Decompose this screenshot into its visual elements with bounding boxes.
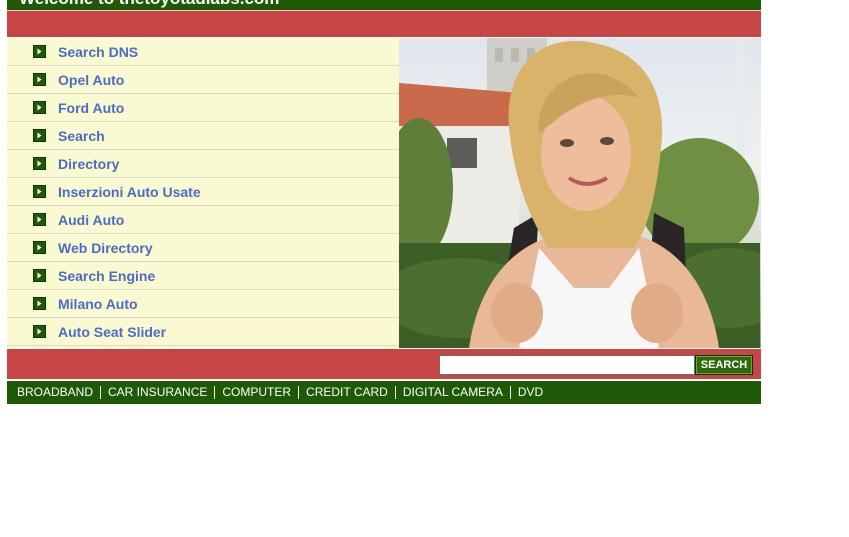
sidebar-item-opel-auto[interactable]: Opel Auto [7, 66, 399, 94]
nav-link-credit-card[interactable]: CREDIT CARD [299, 386, 396, 399]
sidebar-item-audi-auto[interactable]: Audi Auto [7, 206, 399, 234]
sidebar-menu: Search DNS Opel Auto Ford Auto Search Di… [7, 38, 399, 348]
sidebar-item-label: Milano Auto [58, 295, 138, 312]
arrow-right-icon [33, 45, 46, 58]
sidebar-item-directory[interactable]: Directory [7, 150, 399, 178]
sidebar-item-label: Search [58, 127, 105, 144]
arrow-right-icon [33, 157, 46, 170]
arrow-right-icon [33, 297, 46, 310]
search-bar: SEARCH [7, 349, 761, 379]
arrow-right-icon [33, 325, 46, 338]
sidebar-item-milano-auto[interactable]: Milano Auto [7, 290, 399, 318]
sidebar-item-inserzioni-auto-usate[interactable]: Inserzioni Auto Usate [7, 178, 399, 206]
sidebar-item-label: Search Engine [58, 267, 156, 284]
hero-image [399, 38, 761, 348]
sidebar-item-label: Auto Seat Slider [58, 323, 167, 340]
red-banner-bar [7, 11, 761, 37]
main-content: Search DNS Opel Auto Ford Auto Search Di… [7, 37, 761, 349]
search-button[interactable]: SEARCH [695, 355, 753, 375]
sidebar-item-label: Directory [58, 155, 120, 172]
arrow-right-icon [33, 129, 46, 142]
nav-link-car-insurance[interactable]: CAR INSURANCE [101, 386, 216, 399]
nav-link-broadband[interactable]: BROADBAND [10, 386, 102, 399]
top-header-bar: Welcome to thetoyotadlabs.com [7, 0, 761, 11]
arrow-right-icon [33, 185, 46, 198]
hero-photo-illustration [399, 38, 761, 348]
sidebar-item-search[interactable]: Search [7, 122, 399, 150]
bottom-nav: BROADBAND CAR INSURANCE COMPUTER CREDIT … [7, 381, 761, 404]
nav-link-computer[interactable]: COMPUTER [215, 386, 300, 399]
page: Welcome to thetoyotadlabs.com Search DNS… [7, 0, 761, 404]
sidebar-item-web-directory[interactable]: Web Directory [7, 234, 399, 262]
arrow-right-icon [33, 269, 46, 282]
arrow-right-icon [33, 241, 46, 254]
sidebar-item-label: Audi Auto [58, 211, 125, 228]
arrow-right-icon [33, 73, 46, 86]
sidebar-item-label: Inserzioni Auto Usate [58, 183, 201, 200]
sidebar-item-search-dns[interactable]: Search DNS [7, 38, 399, 66]
sidebar-item-label: Ford Auto [58, 99, 125, 116]
arrow-right-icon [33, 101, 46, 114]
sidebar-item-label: Web Directory [58, 239, 153, 256]
search-input[interactable] [439, 355, 695, 375]
sidebar-item-auto-seat-slider[interactable]: Auto Seat Slider [7, 318, 399, 346]
welcome-title: Welcome to thetoyotadlabs.com [19, 0, 279, 9]
arrow-right-icon [33, 213, 46, 226]
sidebar-item-ford-auto[interactable]: Ford Auto [7, 94, 399, 122]
nav-link-dvd[interactable]: DVD [511, 386, 550, 399]
nav-link-digital-camera[interactable]: DIGITAL CAMERA [396, 386, 511, 399]
sidebar-item-search-engine[interactable]: Search Engine [7, 262, 399, 290]
sidebar-item-label: Opel Auto [58, 71, 125, 88]
sidebar-item-label: Search DNS [58, 43, 139, 60]
